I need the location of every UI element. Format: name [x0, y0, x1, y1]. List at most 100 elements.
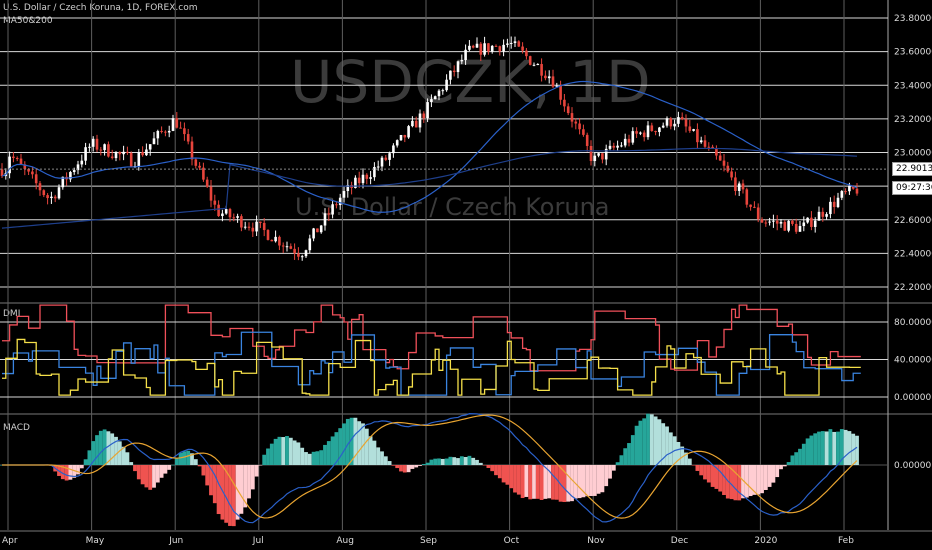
candle-body	[756, 207, 760, 220]
macd-hist-bar	[201, 465, 206, 476]
macd-hist-bar	[277, 436, 282, 465]
candle-body	[247, 226, 251, 228]
macd-hist-bar	[836, 431, 840, 465]
candle-body	[699, 140, 703, 143]
candle-body	[551, 76, 555, 87]
candle-body	[171, 118, 175, 131]
candle-body	[433, 96, 437, 100]
candle-body	[365, 174, 369, 179]
candle-body	[316, 228, 319, 233]
candle-body	[266, 230, 270, 240]
candle-body	[338, 197, 342, 206]
candle-body	[167, 130, 171, 133]
macd-hist-bar	[433, 458, 438, 465]
x-tick-label: Jun	[168, 536, 183, 546]
macd-hist-bar	[269, 443, 274, 465]
candle-body	[46, 195, 49, 199]
macd-hist-bar	[486, 465, 491, 468]
candle-body	[707, 146, 711, 148]
candle-body	[323, 213, 327, 226]
candle-body	[544, 75, 547, 79]
candle-body	[118, 152, 122, 155]
price-tick-label: 23.20000	[894, 115, 932, 125]
candle-body	[703, 140, 707, 147]
macd-hist-bar	[254, 465, 259, 477]
candle-body	[502, 44, 505, 52]
macd-hist-bar	[608, 465, 612, 479]
macd-hist-bar	[615, 462, 620, 465]
macd-hist-bar	[129, 462, 134, 465]
macd-hist-bar	[589, 465, 593, 497]
candle-body	[15, 158, 19, 160]
macd-hist-bar	[501, 465, 506, 483]
candle-body	[456, 61, 460, 73]
macd-hist-bar	[247, 465, 251, 499]
price-chart[interactable]: 23.80000 23.60000 23.40000 23.20000 23.00000…	[0, 0, 932, 550]
candle-body	[114, 152, 118, 159]
macd-hist-bar	[554, 465, 559, 500]
x-tick-label: May	[86, 536, 105, 546]
candle-body	[692, 129, 695, 131]
macd-hist-bar	[418, 465, 422, 466]
price-tick-label: 23.60000	[894, 48, 932, 58]
candle-body	[498, 46, 502, 52]
macd-hist-bar	[421, 463, 426, 465]
candle-body	[829, 201, 832, 215]
candle-body	[312, 228, 315, 239]
candle-body	[730, 171, 733, 178]
candle-body	[684, 119, 688, 127]
macd-hist-bar	[706, 465, 711, 483]
macd-hist-bar	[406, 465, 411, 473]
macd-hist-bar	[231, 465, 236, 527]
candle-body	[255, 221, 258, 232]
macd-hist-bar	[653, 416, 658, 465]
candle-body	[293, 248, 296, 254]
candle-body	[559, 85, 562, 100]
candle-body	[468, 45, 471, 50]
macd-hist-bar	[152, 465, 156, 488]
x-tick-label: Nov	[587, 536, 605, 546]
candle-body	[53, 196, 57, 199]
candle-body	[342, 191, 346, 198]
candle-body	[745, 189, 749, 205]
candle-body	[848, 185, 851, 192]
macd-hist-bar	[600, 465, 605, 493]
macd-hist-bar	[691, 465, 696, 466]
candle-body	[384, 157, 388, 160]
macd-hist-bar	[744, 465, 749, 498]
price-tick-label: 22.60000	[894, 216, 932, 226]
x-tick-label: Feb	[838, 536, 854, 546]
macd-hist-bar	[817, 431, 821, 465]
dmi-tick-label: 40.00000	[894, 356, 932, 366]
candle-body	[205, 179, 209, 187]
candle-body	[741, 183, 745, 190]
candle-body	[836, 197, 840, 208]
macd-hist-bar	[657, 419, 662, 465]
macd-hist-bar	[296, 442, 301, 465]
candle-body	[411, 120, 414, 127]
macd-tick-label: 0.00000	[894, 461, 931, 471]
candle-body	[179, 127, 182, 129]
macd-hist-bar	[368, 436, 373, 465]
candle-body	[304, 250, 308, 257]
candle-body	[418, 113, 422, 128]
candle-body	[734, 177, 737, 191]
candle-body	[270, 239, 274, 242]
candle-body	[186, 134, 190, 142]
candle-body	[392, 145, 395, 154]
candle-body	[608, 145, 612, 149]
candle-body	[673, 123, 676, 127]
macd-hist-bar	[687, 458, 692, 465]
candle-body	[642, 132, 646, 138]
last-price-tag: 22.90138	[892, 162, 932, 176]
macd-hist-bar	[133, 465, 137, 472]
macd-hist-bar	[798, 448, 802, 465]
macd-hist-bar	[281, 437, 286, 465]
macd-hist-bar	[718, 465, 723, 492]
candle-body	[289, 246, 293, 249]
candle-body	[126, 151, 129, 154]
macd-hist-bar	[843, 429, 848, 465]
macd-hist-bar	[148, 465, 153, 490]
macd-hist-bar	[376, 447, 381, 465]
candle-body	[209, 186, 213, 201]
